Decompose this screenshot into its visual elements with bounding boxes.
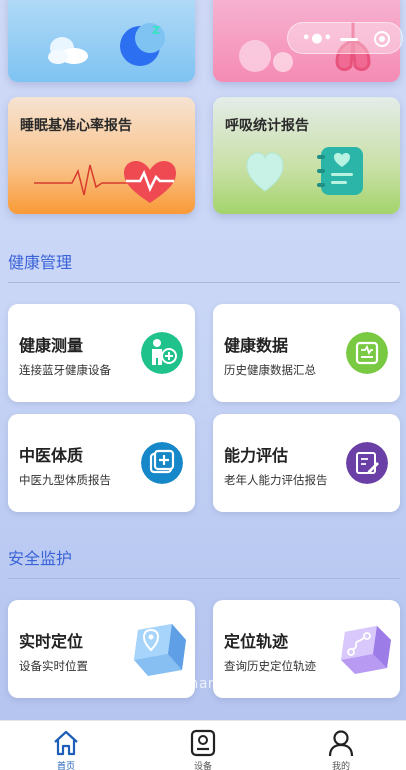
bottom-tab-bar: 首页 设备 我的 (0, 720, 406, 770)
health-measure-card[interactable]: 健康测量 连接蓝牙健康设备 (8, 304, 195, 402)
card-title: 睡眠基准心率报告 (20, 118, 132, 134)
heart-rate-icon (34, 161, 176, 203)
card-subtitle: 中医九型体质报告 (19, 473, 111, 487)
tab-device[interactable]: 设备 (173, 727, 233, 770)
minimize-icon[interactable] (340, 38, 358, 41)
card-subtitle: 查询历史定位轨迹 (224, 659, 316, 673)
card-title: 健康测量 (19, 336, 84, 355)
tab-label: 首页 (56, 762, 75, 770)
tcm-constitution-card[interactable]: 中医体质 中医九型体质报告 (8, 414, 195, 512)
card-title: 能力评估 (224, 446, 289, 465)
notebook-icon (246, 147, 363, 195)
ability-assessment-card[interactable]: 能力评估 老年人能力评估报告 (213, 414, 400, 512)
card-subtitle: 老年人能力评估报告 (224, 473, 328, 487)
sleep-heart-rate-report-card[interactable]: 睡眠基准心率报告 (8, 97, 195, 214)
card-subtitle: 设备实时位置 (19, 659, 88, 673)
sleep-report-card[interactable]: z (8, 0, 195, 82)
device-icon (190, 729, 216, 757)
location-cube-icon (134, 624, 186, 676)
more-dots-icon[interactable]: •●• (302, 31, 333, 46)
moon-icon: z (120, 22, 165, 66)
medical-kit-icon (141, 442, 183, 484)
section-title-safety: 安全监护 (8, 549, 73, 568)
tab-label: 我的 (331, 762, 350, 770)
section-divider (8, 282, 400, 283)
home-icon (54, 730, 78, 756)
card-title: 健康数据 (224, 336, 289, 355)
data-card-icon (346, 332, 388, 374)
user-icon (328, 730, 354, 757)
card-title: 定位轨迹 (224, 632, 289, 651)
person-plus-icon (141, 332, 183, 374)
edit-form-icon (346, 442, 388, 484)
card-title: 呼吸统计报告 (225, 118, 309, 134)
tab-profile[interactable]: 我的 (311, 727, 371, 770)
card-title: 实时定位 (19, 632, 84, 651)
target-close-icon[interactable] (374, 31, 390, 47)
svg-text:z: z (152, 22, 160, 38)
section-title-health: 健康管理 (8, 253, 73, 272)
track-cube-icon (341, 626, 391, 674)
card-title: 中医体质 (19, 446, 84, 465)
card-subtitle: 历史健康数据汇总 (224, 363, 316, 377)
mini-program-capsule: •●• (287, 22, 403, 54)
tab-home[interactable]: 首页 (36, 727, 96, 770)
cloud-icon (48, 37, 88, 64)
health-data-card[interactable]: 健康数据 历史健康数据汇总 (213, 304, 400, 402)
card-subtitle: 连接蓝牙健康设备 (19, 363, 111, 377)
tab-label: 设备 (193, 762, 212, 770)
breathing-report-card[interactable]: 呼吸统计报告 (213, 97, 400, 214)
section-divider (8, 578, 400, 579)
watermark-text: https://www.huzhan.com/ishop47020 (56, 676, 351, 692)
